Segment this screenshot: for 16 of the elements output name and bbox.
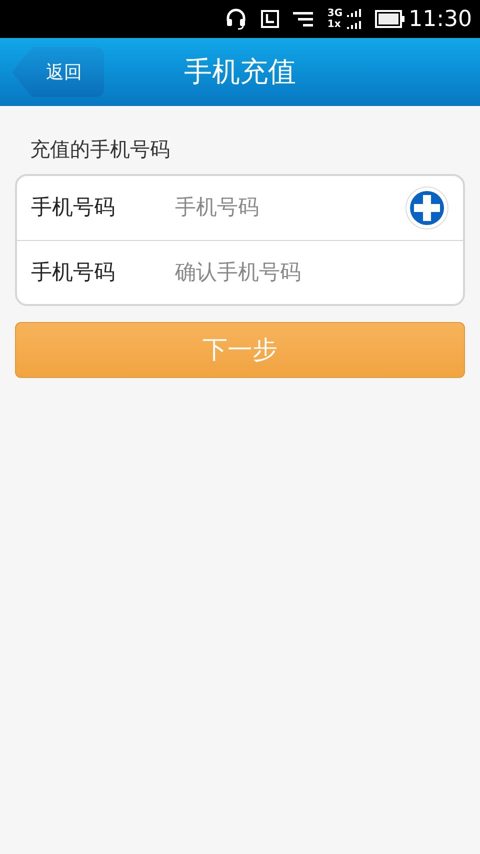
lines-icon bbox=[293, 10, 314, 28]
headset-icon bbox=[225, 7, 248, 31]
phone-input-field[interactable]: 确认手机号码 bbox=[175, 256, 449, 288]
status-time: 11:30 bbox=[408, 6, 472, 34]
add-contact-button[interactable] bbox=[405, 186, 449, 230]
signal-icon bbox=[344, 8, 361, 30]
back-button[interactable]: 返回 bbox=[12, 47, 104, 97]
battery-icon bbox=[374, 10, 405, 28]
field-label: 手机号码 bbox=[31, 194, 116, 222]
section-label: 充值的手机号码 bbox=[29, 136, 171, 163]
page-title: 手机充值 bbox=[184, 54, 296, 90]
field-label: 手机号码 bbox=[31, 258, 116, 286]
network-type: 1x bbox=[327, 19, 342, 30]
network-type: 3G bbox=[327, 8, 343, 19]
phone-input-field[interactable]: 手机号码 bbox=[175, 192, 405, 224]
clock-box-icon bbox=[261, 10, 280, 28]
